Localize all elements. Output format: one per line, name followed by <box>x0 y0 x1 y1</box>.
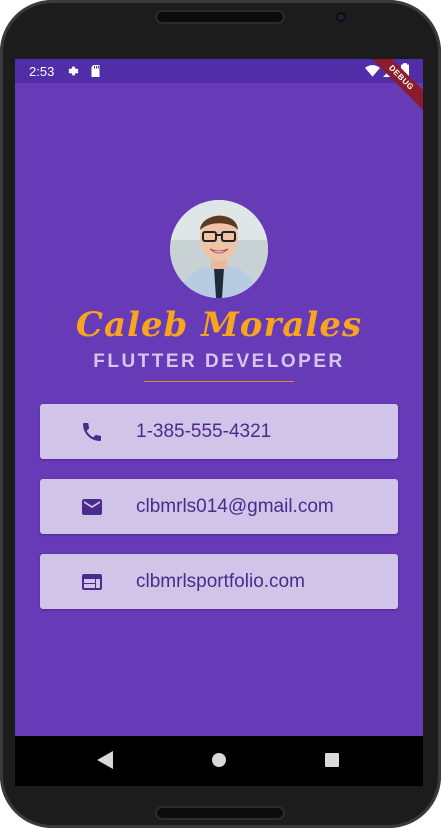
status-bar: 2:53 <box>15 59 423 83</box>
navigation-bar <box>15 736 423 786</box>
phone-icon <box>83 423 101 441</box>
bottom-speaker <box>155 806 285 820</box>
email-address: clbmrls014@gmail.com <box>136 496 334 517</box>
sd-card-icon <box>91 65 100 77</box>
email-card[interactable]: clbmrls014@gmail.com <box>40 479 398 534</box>
phone-frame: 2:53 DEBUG Caleb Morales FLUTTER DEVELOP… <box>0 0 441 828</box>
profile-photo <box>170 200 268 298</box>
phone-card[interactable]: 1-385-555-4321 <box>40 404 398 459</box>
email-icon <box>82 499 102 515</box>
profile-name: Caleb Morales <box>75 305 363 345</box>
web-icon <box>82 574 102 590</box>
status-time: 2:53 <box>29 64 55 79</box>
website-card[interactable]: clbmrlsportfolio.com <box>40 554 398 609</box>
phone-number: 1-385-555-4321 <box>136 421 272 442</box>
gear-icon <box>68 66 79 76</box>
recents-icon[interactable] <box>324 751 340 769</box>
top-speaker <box>155 10 285 24</box>
home-icon[interactable] <box>211 751 227 769</box>
app-screen: 2:53 DEBUG Caleb Morales FLUTTER DEVELOP… <box>15 59 423 736</box>
front-camera <box>336 12 346 22</box>
profile-avatar <box>170 200 268 298</box>
website-url: clbmrlsportfolio.com <box>136 571 305 592</box>
profile-title: FLUTTER DEVELOPER <box>93 351 345 372</box>
wifi-icon <box>365 65 380 77</box>
back-icon[interactable] <box>97 751 113 769</box>
divider <box>144 381 294 382</box>
